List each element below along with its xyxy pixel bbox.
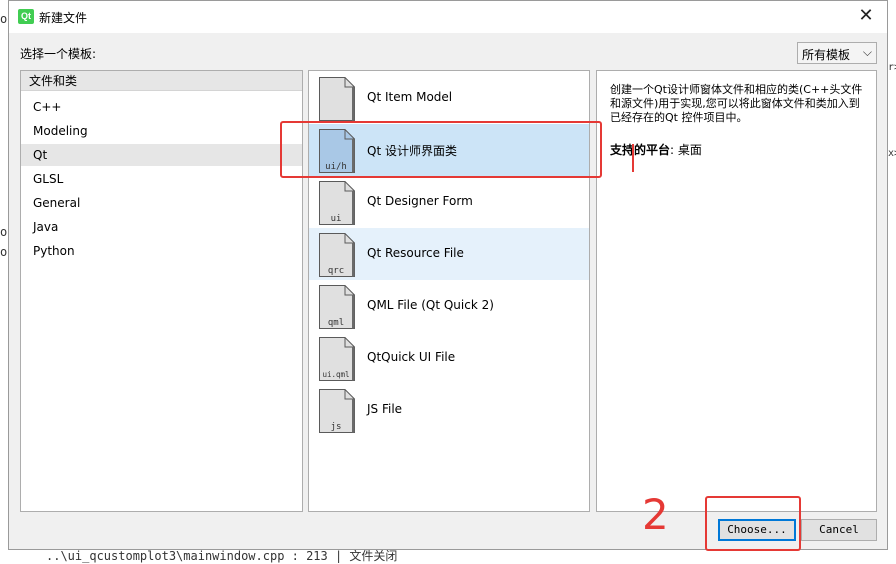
file-icon-label: js [331, 422, 342, 432]
title-bar: Qt 新建文件 ✕ [9, 1, 887, 33]
template-label: Qt Item Model [367, 90, 453, 104]
annotation-number-two: 2 [642, 490, 669, 539]
supported-platforms: 支持的平台: 桌面 [610, 141, 702, 158]
template-item[interactable]: qml QML File (Qt Quick 2) [309, 280, 589, 332]
filter-value: 所有模板 [802, 48, 851, 62]
annotation-mark-one [632, 144, 634, 172]
qt-logo-icon: Qt [18, 9, 34, 24]
template-label: QML File (Qt Quick 2) [367, 298, 494, 312]
template-item[interactable]: qrc Qt Resource File [309, 228, 589, 280]
file-icon: ui.qml [319, 337, 355, 381]
description-text: 创建一个Qt设计师窗体文件和相应的类(C++头文件和源文件)用于实现,您可以将此… [610, 83, 863, 124]
template-item[interactable]: ui.qml QtQuick UI File [309, 332, 589, 384]
category-item-python[interactable]: Python [21, 240, 302, 262]
template-filter-select[interactable]: 所有模板 ⌵ [797, 42, 877, 64]
file-icon: qml [319, 285, 355, 329]
bg-fragment: r> [888, 62, 896, 73]
file-icon-label: ui.qml [322, 370, 349, 379]
category-item-glsl[interactable]: GLSL [21, 168, 302, 190]
file-icon-label: qml [328, 318, 344, 328]
dialog-title: 新建文件 [39, 11, 88, 25]
category-item-cpp[interactable]: C++ [21, 96, 302, 118]
platform-value: : 桌面 [670, 143, 702, 157]
category-list: 文件和类 C++ Modeling Qt GLSL General Java P… [20, 70, 303, 512]
platform-label: 支持的平台 [610, 143, 671, 157]
template-description: 创建一个Qt设计师窗体文件和相应的类(C++头文件和源文件)用于实现,您可以将此… [596, 70, 877, 512]
category-item-general[interactable]: General [21, 192, 302, 214]
cancel-button[interactable]: Cancel [801, 519, 877, 541]
choose-template-label: 选择一个模板: [20, 47, 97, 61]
file-icon [319, 77, 355, 121]
file-icon-label: qrc [328, 266, 344, 276]
template-item[interactable]: Qt Item Model [309, 72, 589, 124]
file-icon: ui [319, 181, 355, 225]
new-file-dialog: Qt 新建文件 ✕ 选择一个模板: 所有模板 ⌵ 文件和类 C++ Modeli… [8, 0, 888, 550]
category-item-qt[interactable]: Qt [21, 144, 302, 166]
chevron-down-icon: ⌵ [862, 45, 872, 59]
file-icon: js [319, 389, 355, 433]
category-item-modeling[interactable]: Modeling [21, 120, 302, 142]
bg-fragment: x> [888, 148, 896, 159]
template-label: Qt Designer Form [367, 194, 473, 208]
template-item[interactable]: ui Qt Designer Form [309, 176, 589, 228]
template-label: JS File [367, 402, 403, 416]
template-item[interactable]: js JS File [309, 384, 589, 436]
template-label: Qt Resource File [367, 246, 464, 260]
highlight-box-template [280, 121, 602, 178]
file-icon-label: ui [331, 214, 342, 224]
category-header: 文件和类 [21, 71, 302, 91]
close-icon[interactable]: ✕ [855, 5, 877, 27]
highlight-box-choose [705, 496, 801, 551]
template-label: QtQuick UI File [367, 350, 456, 364]
file-icon: qrc [319, 233, 355, 277]
category-item-java[interactable]: Java [21, 216, 302, 238]
